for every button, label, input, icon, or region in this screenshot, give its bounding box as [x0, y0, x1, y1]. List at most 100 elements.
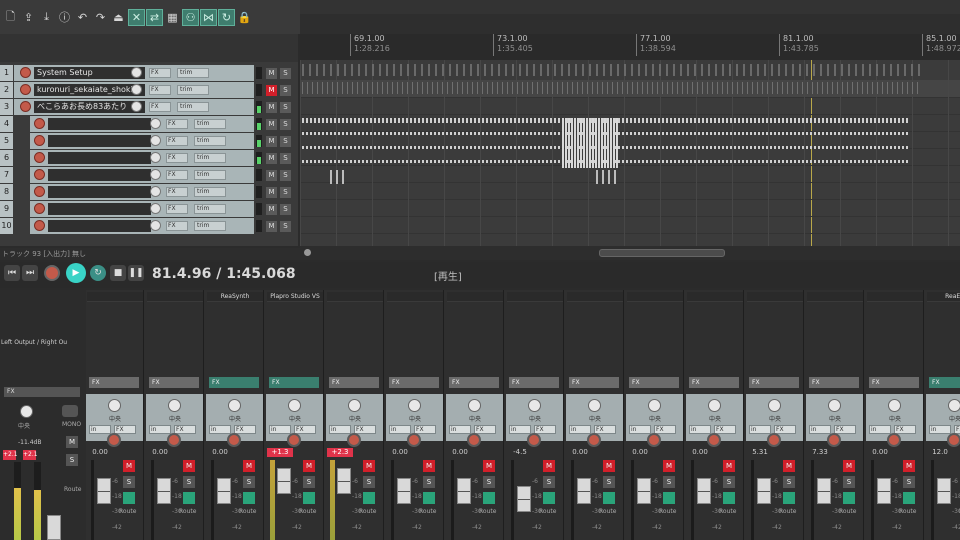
volume-knob[interactable]: [131, 84, 142, 95]
track-name[interactable]: [48, 220, 151, 232]
strip-phase-button[interactable]: [423, 492, 435, 504]
fx-slot[interactable]: Plapro Studio VS: [267, 292, 323, 302]
strip-solo-button[interactable]: S: [603, 476, 615, 488]
fx-slot[interactable]: ReaEQ: [927, 292, 960, 302]
automation-trim-button[interactable]: trim: [194, 153, 226, 163]
pan-knob[interactable]: [648, 399, 661, 412]
track-lane[interactable]: [300, 182, 960, 200]
auto-crossfade-icon[interactable]: ⋈: [200, 8, 217, 26]
strip-fx-button[interactable]: FX: [449, 377, 499, 388]
volume-knob[interactable]: [150, 169, 161, 180]
mute-button[interactable]: M: [266, 204, 277, 215]
input-button[interactable]: in: [869, 425, 891, 434]
fx-button[interactable]: FX: [149, 68, 171, 78]
new-project-icon[interactable]: 🗋: [2, 9, 19, 26]
fx-button[interactable]: FX: [149, 85, 171, 95]
strip-mute-button[interactable]: M: [363, 460, 375, 472]
track-name[interactable]: [48, 135, 151, 147]
strip-record-arm-icon[interactable]: [527, 433, 541, 447]
strip-fader[interactable]: [697, 478, 711, 504]
strip-mute-button[interactable]: M: [783, 460, 795, 472]
fx-slot[interactable]: [387, 292, 443, 302]
pan-knob[interactable]: [468, 399, 481, 412]
strip-record-arm-icon[interactable]: [467, 433, 481, 447]
volume-knob[interactable]: [131, 67, 142, 78]
input-button[interactable]: in: [329, 425, 351, 434]
automation-trim-button[interactable]: trim: [194, 187, 226, 197]
solo-button[interactable]: S: [280, 204, 291, 215]
record-arm-icon[interactable]: [20, 84, 31, 95]
strip-fader[interactable]: [157, 478, 171, 504]
strip-mute-button[interactable]: M: [483, 460, 495, 472]
fx-button[interactable]: FX: [166, 187, 188, 197]
solo-button[interactable]: S: [280, 153, 291, 164]
fx-bypass-button[interactable]: FX: [234, 425, 256, 434]
fx-slot[interactable]: [627, 292, 683, 302]
strip-solo-button[interactable]: S: [363, 476, 375, 488]
strip-phase-button[interactable]: [903, 492, 915, 504]
item-grouping-icon[interactable]: ⚇: [182, 8, 199, 26]
strip-solo-button[interactable]: S: [903, 476, 915, 488]
strip-mute-button[interactable]: M: [903, 460, 915, 472]
lock-icon[interactable]: 🔒: [236, 9, 253, 26]
strip-fx-button[interactable]: FX: [629, 377, 679, 388]
track-name[interactable]: [48, 169, 151, 181]
input-button[interactable]: in: [569, 425, 591, 434]
automation-trim-button[interactable]: trim: [177, 85, 209, 95]
strip-record-arm-icon[interactable]: [407, 433, 421, 447]
input-button[interactable]: in: [269, 425, 291, 434]
strip-fx-button[interactable]: FX: [269, 377, 319, 388]
strip-mute-button[interactable]: M: [303, 460, 315, 472]
track-row[interactable]: 8 FX trim M S: [0, 184, 298, 201]
strip-fx-button[interactable]: FX: [209, 377, 259, 388]
track-name[interactable]: [48, 152, 151, 164]
mute-button[interactable]: M: [266, 68, 277, 79]
track-header[interactable]: kuronuri_sekaiate_shoki FX trim: [14, 82, 254, 98]
track-row[interactable]: 1 System Setup FX trim M S: [0, 65, 298, 82]
track-name[interactable]: べこらあお長め83あたり: [34, 101, 145, 113]
fx-slot[interactable]: [867, 292, 923, 302]
fx-bypass-button[interactable]: FX: [114, 425, 136, 434]
grid-icon[interactable]: ▦: [164, 9, 181, 26]
track-number[interactable]: 2: [0, 82, 13, 98]
mute-button[interactable]: M: [266, 187, 277, 198]
master-fader[interactable]: [47, 515, 61, 540]
fx-slot[interactable]: [507, 292, 563, 302]
fx-bypass-button[interactable]: FX: [534, 425, 556, 434]
track-number[interactable]: 4: [0, 116, 13, 132]
strip-solo-button[interactable]: S: [723, 476, 735, 488]
mute-button[interactable]: M: [266, 221, 277, 232]
track-row[interactable]: 4 FX trim M S: [0, 116, 298, 133]
fx-bypass-button[interactable]: FX: [414, 425, 436, 434]
input-button[interactable]: in: [449, 425, 471, 434]
automation-trim-button[interactable]: trim: [194, 204, 226, 214]
strip-fx-button[interactable]: FX: [329, 377, 379, 388]
strip-record-arm-icon[interactable]: [887, 433, 901, 447]
track-lane[interactable]: [300, 233, 960, 246]
pan-knob[interactable]: [588, 399, 601, 412]
track-name[interactable]: [48, 118, 151, 130]
strip-record-arm-icon[interactable]: [587, 433, 601, 447]
input-button[interactable]: in: [209, 425, 231, 434]
strip-phase-button[interactable]: [123, 492, 135, 504]
strip-phase-button[interactable]: [783, 492, 795, 504]
strip-fader[interactable]: [757, 478, 771, 504]
track-row[interactable]: 2 kuronuri_sekaiate_shoki FX trim M S: [0, 82, 298, 99]
pan-knob[interactable]: [708, 399, 721, 412]
fx-button[interactable]: FX: [166, 136, 188, 146]
master-solo-button[interactable]: S: [66, 454, 78, 466]
strip-solo-button[interactable]: S: [183, 476, 195, 488]
master-output-label[interactable]: Left Output / Right Ou: [1, 338, 85, 348]
automation-trim-button[interactable]: trim: [194, 119, 226, 129]
track-lane[interactable]: [300, 63, 960, 81]
strip-solo-button[interactable]: S: [243, 476, 255, 488]
volume-knob[interactable]: [150, 135, 161, 146]
strip-fx-button[interactable]: FX: [569, 377, 619, 388]
save-project-icon[interactable]: ⤓: [38, 9, 55, 26]
strip-fader[interactable]: [97, 478, 111, 504]
solo-button[interactable]: S: [280, 187, 291, 198]
input-button[interactable]: in: [89, 425, 111, 434]
strip-mute-button[interactable]: M: [603, 460, 615, 472]
strip-record-arm-icon[interactable]: [107, 433, 121, 447]
strip-fader[interactable]: [637, 478, 651, 504]
